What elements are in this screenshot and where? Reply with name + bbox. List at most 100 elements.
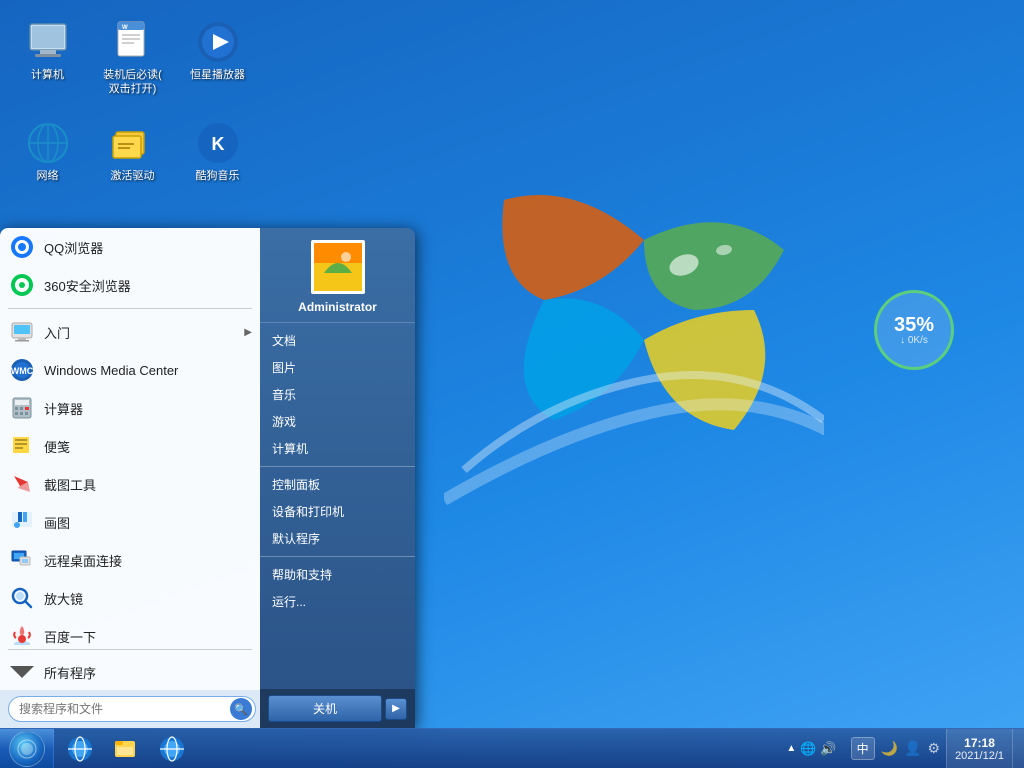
shutdown-button[interactable]: 关机 <box>268 695 382 722</box>
right-menu-pictures[interactable]: 图片 <box>260 354 415 381</box>
desktop-icon-row-2: 网络 激活驱动 K <box>10 116 255 187</box>
menu-item-sticky-notes[interactable]: 便笺 <box>0 427 260 465</box>
search-submit-button[interactable]: 🔍 <box>230 698 252 720</box>
clock[interactable]: 17:18 2021/12/1 <box>946 729 1012 768</box>
right-menu-computer[interactable]: 计算机 <box>260 435 415 462</box>
desktop-icon-post-install[interactable]: W 装机后必读(双击打开) <box>95 15 170 101</box>
svg-text:WMC: WMC <box>11 366 34 376</box>
menu-item-remote-label: 远程桌面连接 <box>44 551 122 570</box>
start-menu-search-area: 🔍 <box>0 690 260 728</box>
magnifier-icon <box>8 584 36 612</box>
menu-item-intro[interactable]: 入门 ▶ <box>0 313 260 351</box>
right-menu-control-panel[interactable]: 控制面板 <box>260 471 415 498</box>
desktop-icon-computer[interactable]: 计算机 <box>10 15 85 101</box>
paint-icon <box>8 508 36 536</box>
right-menu-sep2 <box>260 556 415 557</box>
menu-item-qq-browser[interactable]: QQ浏览器 <box>0 228 260 266</box>
menu-item-360-browser-label: 360安全浏览器 <box>44 276 131 295</box>
menu-item-all-programs[interactable]: 所有程序 <box>0 654 260 690</box>
post-install-icon: W <box>110 19 156 65</box>
tray-settings-icon[interactable]: ⚙ <box>928 740 941 757</box>
svg-text:W: W <box>122 25 128 31</box>
start-menu: QQ浏览器 360安全浏览器 <box>0 228 415 728</box>
network-icon <box>25 120 71 166</box>
360-browser-icon <box>8 271 36 299</box>
user-name: Administrator <box>298 300 377 314</box>
tray-user-icon[interactable]: 👤 <box>904 740 921 757</box>
taskbar-ie2-button[interactable] <box>150 731 194 767</box>
desktop-icon-kuwo-label: 酷狗音乐 <box>196 169 240 183</box>
desktop-icon-hengxing[interactable]: 恒星播放器 <box>180 15 255 101</box>
right-menu-run[interactable]: 运行... <box>260 588 415 615</box>
menu-item-360-browser[interactable]: 360安全浏览器 <box>0 266 260 304</box>
menu-item-intro-label: 入门 <box>44 323 70 342</box>
start-menu-left-panel: QQ浏览器 360安全浏览器 <box>0 228 260 728</box>
menu-item-calculator[interactable]: 计算器 <box>0 389 260 427</box>
calculator-icon <box>8 394 36 422</box>
start-button[interactable] <box>0 729 54 768</box>
menu-item-baidu[interactable]: 百度一下 <box>0 617 260 645</box>
menu-item-magnifier-label: 放大镜 <box>44 589 83 608</box>
menu-item-baidu-label: 百度一下 <box>44 627 96 646</box>
qq-browser-icon <box>8 233 36 261</box>
right-menu-help[interactable]: 帮助和支持 <box>260 561 415 588</box>
desktop-icon-activate[interactable]: 激活驱动 <box>95 116 170 187</box>
sticky-notes-icon <box>8 432 36 460</box>
start-orb <box>9 731 45 767</box>
network-widget[interactable]: 35% ↓ 0K/s <box>874 290 954 370</box>
start-menu-right-panel: Administrator 文档 图片 音乐 游戏 计算机 <box>260 228 415 728</box>
menu-separator-1 <box>8 308 252 309</box>
menu-item-wmc[interactable]: WMC Windows Media Center <box>0 351 260 389</box>
right-menu-devices[interactable]: 设备和打印机 <box>260 498 415 525</box>
taskbar-explorer-button[interactable] <box>104 731 148 767</box>
tray-moon-icon[interactable]: 🌙 <box>881 740 898 757</box>
right-menu-items: 文档 图片 音乐 游戏 计算机 控制面板 设备 <box>260 323 415 689</box>
right-menu-music[interactable]: 音乐 <box>260 381 415 408</box>
desktop-icon-computer-label: 计算机 <box>31 68 64 82</box>
net-percent: 35% <box>894 315 934 335</box>
net-speed: ↓ 0K/s <box>900 335 928 346</box>
hengxing-icon <box>195 19 241 65</box>
activate-icon <box>110 120 156 166</box>
menu-item-intro-arrow: ▶ <box>244 327 252 338</box>
right-menu-documents[interactable]: 文档 <box>260 327 415 354</box>
taskbar-ie-button[interactable] <box>58 731 102 767</box>
desktop-icon-post-install-label: 装机后必读(双击打开) <box>103 68 162 97</box>
desktop-icon-network[interactable]: 网络 <box>10 116 85 187</box>
menu-item-snipping[interactable]: 截图工具 <box>0 465 260 503</box>
all-programs-icon <box>8 658 36 686</box>
right-menu-games[interactable]: 游戏 <box>260 408 415 435</box>
user-avatar[interactable] <box>311 240 365 294</box>
show-desktop-button[interactable] <box>1012 729 1024 768</box>
shutdown-bar: 关机 ▶ <box>260 689 415 728</box>
menu-item-paint-label: 画图 <box>44 513 70 532</box>
desktop-icons-container: 计算机 W 装机后必读(双击打开) <box>10 15 255 187</box>
remote-desktop-icon <box>8 546 36 574</box>
menu-item-paint[interactable]: 画图 <box>0 503 260 541</box>
desktop-icon-kuwo[interactable]: K 酷狗音乐 <box>180 116 255 187</box>
desktop-icon-row-1: 计算机 W 装机后必读(双击打开) <box>10 15 255 101</box>
right-menu-sep <box>260 466 415 467</box>
windows-logo <box>444 120 824 540</box>
menu-item-snipping-label: 截图工具 <box>44 475 96 494</box>
tray-volume-icon[interactable]: 🔊 <box>820 741 836 757</box>
desktop-icon-hengxing-label: 恒星播放器 <box>190 68 245 82</box>
menu-item-remote-desktop[interactable]: 远程桌面连接 <box>0 541 260 579</box>
taskbar: ▲ 🌐 🔊 中 🌙 👤 ⚙ 17:18 2021/12/1 <box>0 728 1024 768</box>
shutdown-arrow-button[interactable]: ▶ <box>385 698 407 720</box>
right-menu-default-programs[interactable]: 默认程序 <box>260 525 415 552</box>
tray-expand-button[interactable]: ▲ <box>786 743 796 754</box>
snipping-icon <box>8 470 36 498</box>
menu-item-qq-browser-label: QQ浏览器 <box>44 238 103 257</box>
taskbar-right: ▲ 🌐 🔊 中 🌙 👤 ⚙ 17:18 2021/12/1 <box>778 729 1024 768</box>
desktop: 计算机 W 装机后必读(双击打开) <box>0 0 1024 768</box>
desktop-icon-network-label: 网络 <box>37 169 59 183</box>
computer-icon <box>25 19 71 65</box>
tray-network-icon[interactable]: 🌐 <box>800 741 816 757</box>
baidu-icon <box>8 622 36 645</box>
menu-item-magnifier[interactable]: 放大镜 <box>0 579 260 617</box>
search-input[interactable] <box>8 696 256 722</box>
language-button[interactable]: 中 <box>851 737 875 760</box>
user-profile: Administrator <box>260 228 415 323</box>
wmc-icon: WMC <box>8 356 36 384</box>
